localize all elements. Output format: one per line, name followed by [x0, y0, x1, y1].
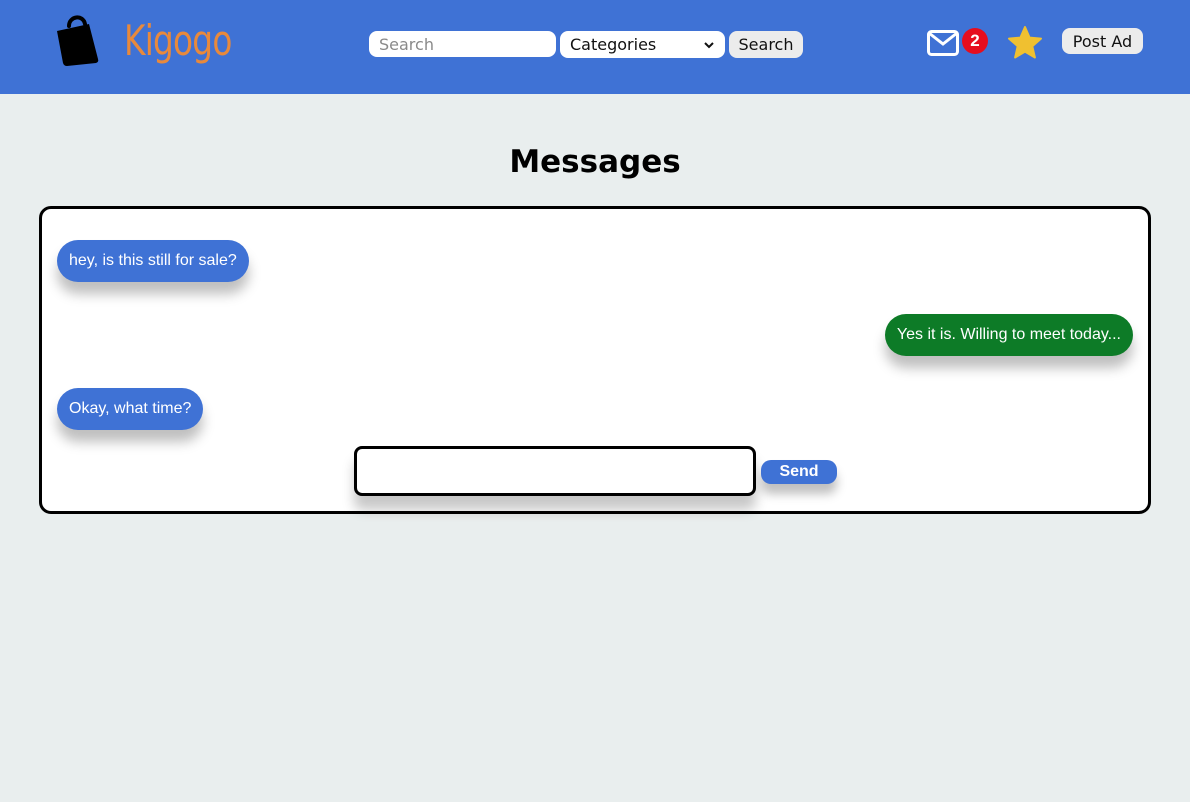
message-bubble-incoming: Okay, what time?: [57, 388, 204, 430]
category-select[interactable]: Categories: [560, 31, 725, 58]
message-input[interactable]: [354, 446, 756, 496]
page-title: Messages: [509, 144, 681, 180]
unread-count-badge: 2: [962, 28, 988, 54]
top-navbar: Kigogo Categories Search 2 Post Ad: [0, 0, 1190, 94]
search-input[interactable]: [369, 31, 556, 57]
envelope-icon[interactable]: [927, 30, 959, 56]
shopping-bag-icon[interactable]: [52, 14, 102, 66]
post-ad-button[interactable]: Post Ad: [1062, 28, 1143, 54]
category-select-value: Categories: [570, 35, 657, 54]
star-icon[interactable]: [1007, 26, 1043, 60]
brand-logo-text[interactable]: Kigogo: [124, 16, 232, 65]
send-button[interactable]: Send: [761, 460, 837, 484]
chevron-down-icon: [704, 41, 714, 48]
message-bubble-outgoing: Yes it is. Willing to meet today...: [884, 314, 1133, 356]
search-button[interactable]: Search: [729, 31, 803, 58]
conversation-panel: hey, is this still for sale? Yes it is. …: [39, 206, 1151, 514]
message-bubble-incoming: hey, is this still for sale?: [57, 240, 249, 282]
